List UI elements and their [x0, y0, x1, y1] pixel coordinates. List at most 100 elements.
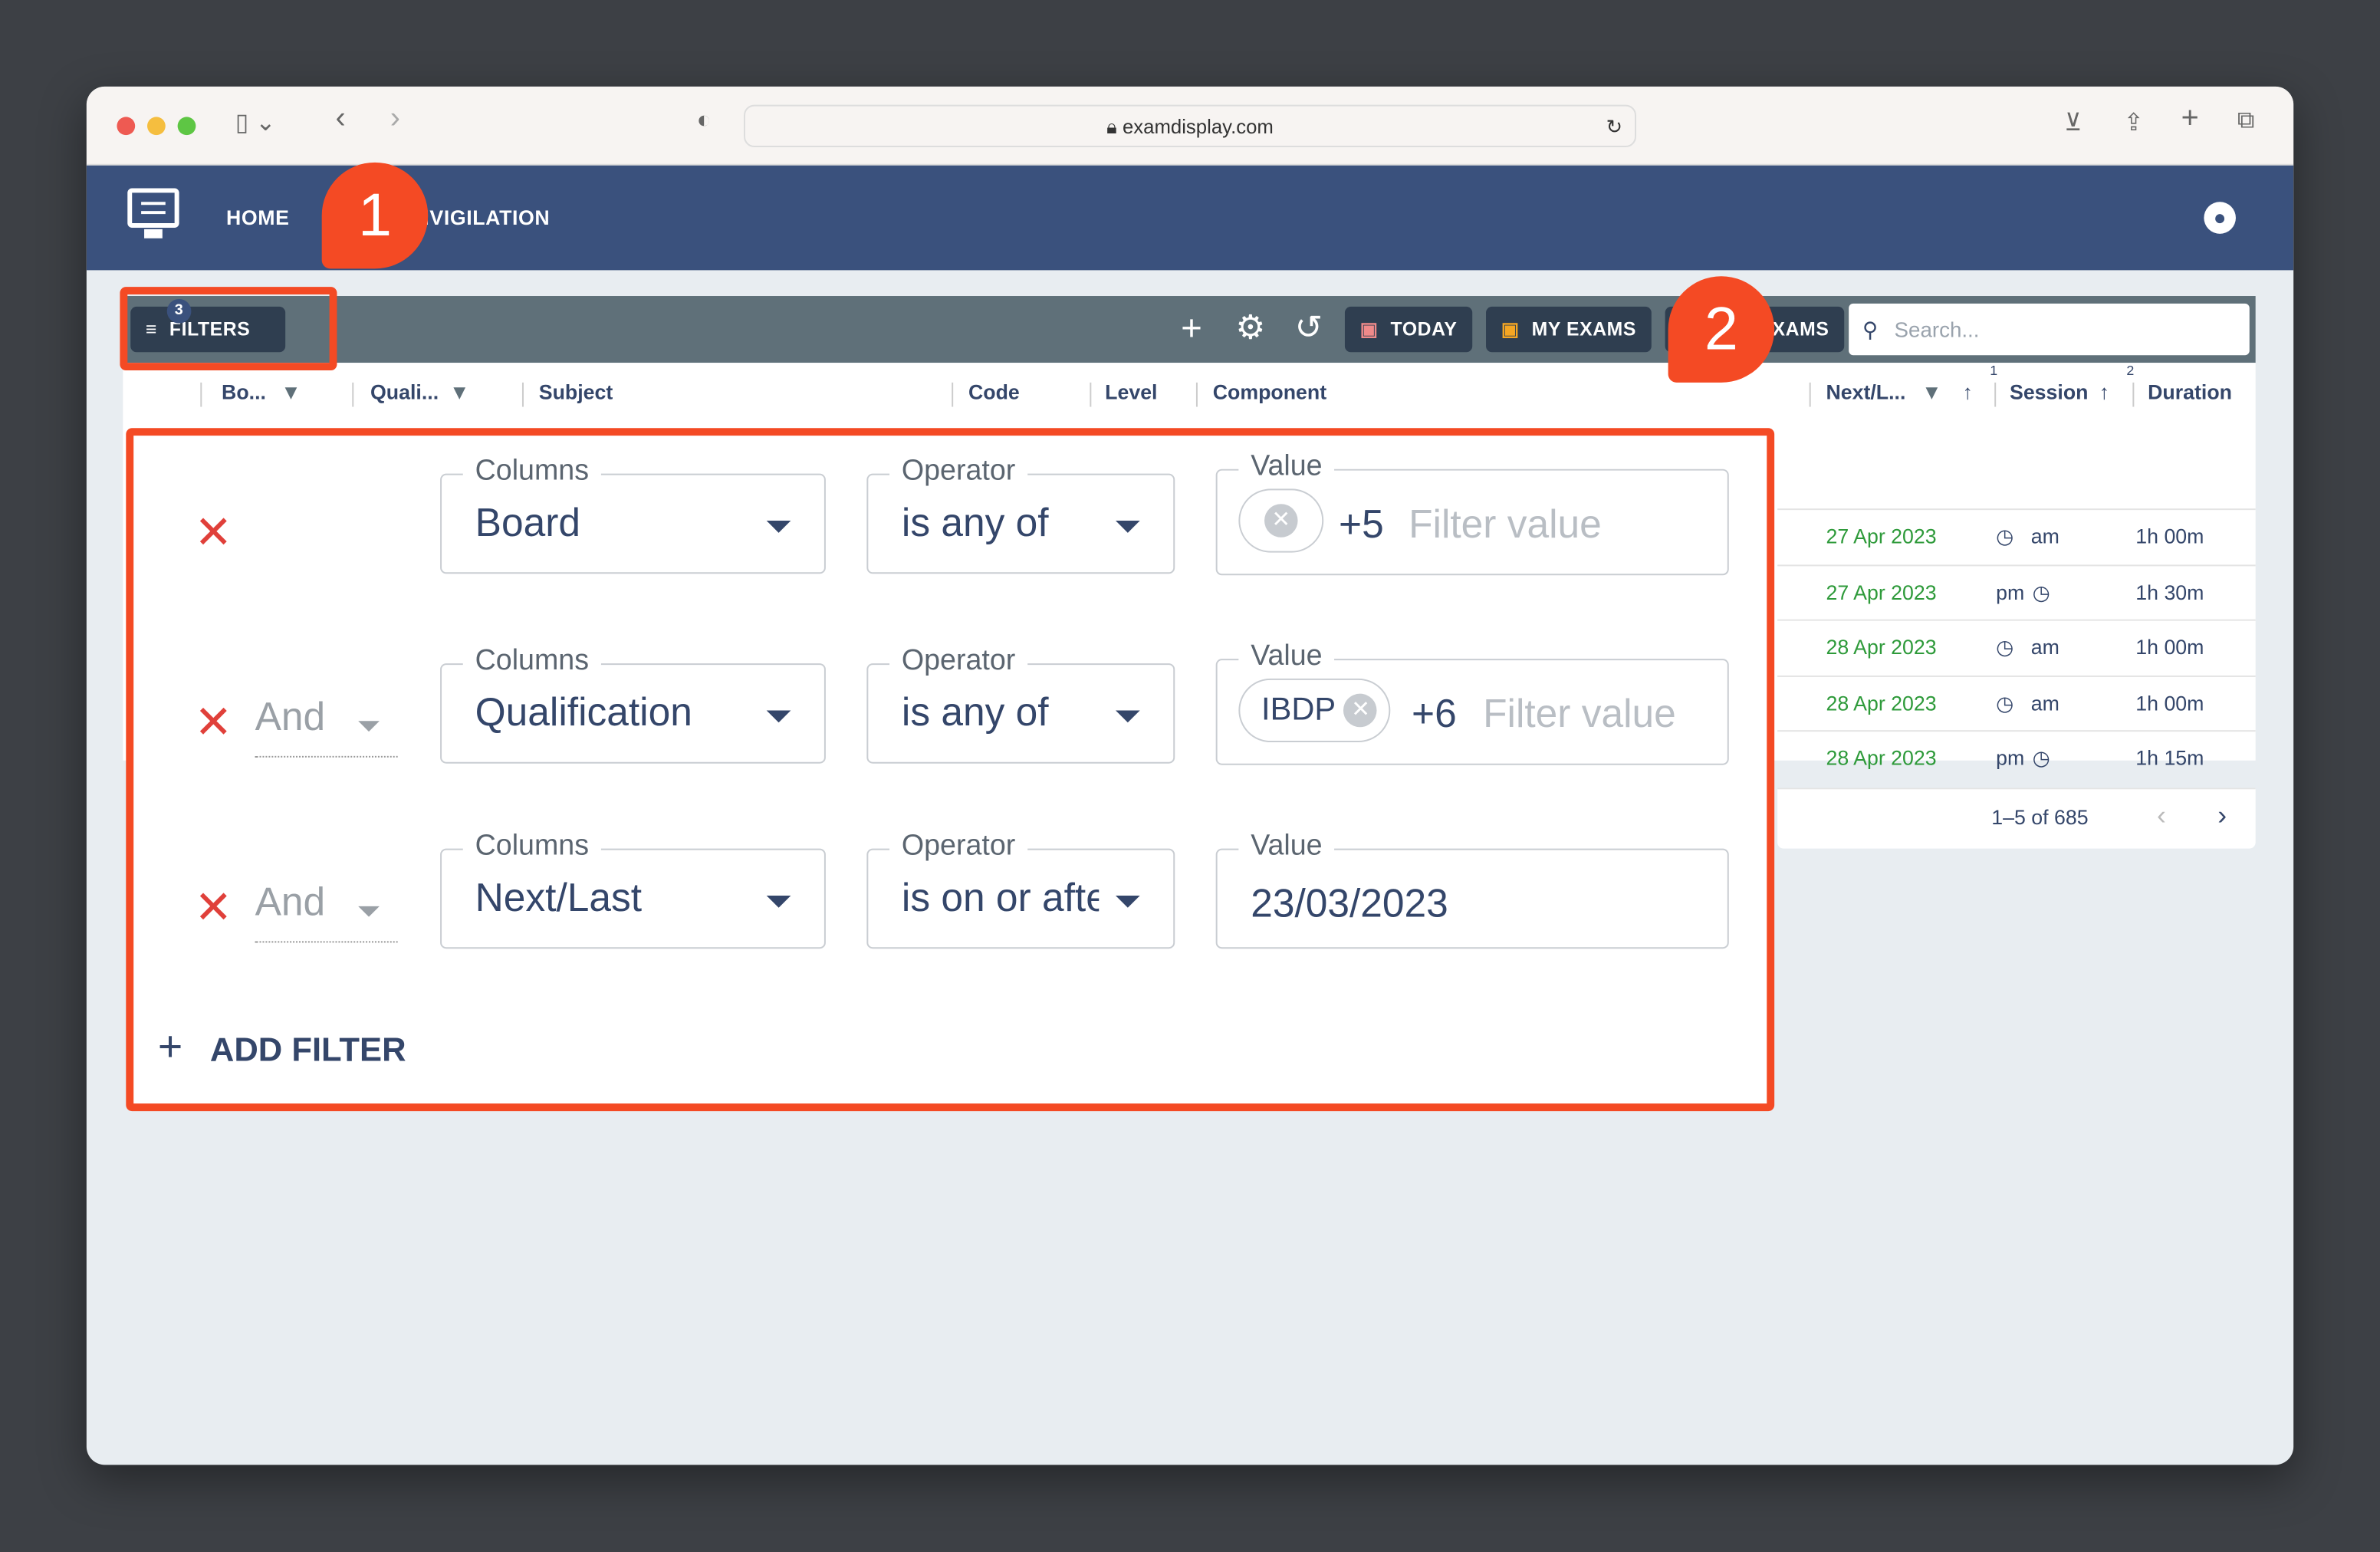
- more-values-count: +6: [1412, 690, 1457, 737]
- more-values-count: +5: [1339, 501, 1384, 547]
- field-label: Operator: [889, 645, 1028, 679]
- field-label: Value: [1238, 450, 1335, 485]
- col-qualification[interactable]: Quali...: [370, 381, 439, 404]
- column-select[interactable]: Columns Board: [440, 455, 826, 574]
- col-board[interactable]: Bo...: [222, 381, 266, 404]
- logic-operator-select[interactable]: And: [255, 879, 398, 943]
- value-input[interactable]: Value ✕ +5 Filter value: [1215, 450, 1729, 576]
- clock-icon: ◷: [1996, 636, 2014, 659]
- search-icon: ⚲: [1862, 317, 1879, 342]
- dropdown-icon: [766, 710, 791, 723]
- settings-icon[interactable]: ⚙: [1235, 308, 1265, 347]
- col-sep: [200, 382, 202, 407]
- clock-icon: ◷: [2032, 746, 2051, 770]
- chip-remove-icon[interactable]: ✕: [1343, 694, 1378, 728]
- filter-icon[interactable]: ▼: [449, 381, 469, 404]
- reset-icon[interactable]: ↺: [1295, 308, 1323, 347]
- value-chip[interactable]: IBDP ✕: [1238, 678, 1392, 743]
- remove-filter-icon[interactable]: ✕: [194, 882, 232, 935]
- dropdown-icon: [358, 906, 380, 917]
- callout-2: 2: [1668, 276, 1775, 383]
- highlight-box: [120, 287, 337, 371]
- pagination-text: 1–5 of 685: [1991, 806, 2089, 829]
- sort-order: 1: [1990, 363, 1998, 378]
- logic-operator-select[interactable]: And: [255, 694, 398, 758]
- filter-icon[interactable]: ▼: [1921, 381, 1941, 404]
- col-subject[interactable]: Subject: [539, 381, 613, 404]
- close-window-button[interactable]: [117, 117, 136, 136]
- filter-icon[interactable]: ▼: [281, 381, 301, 404]
- table-row[interactable]: 28 Apr 2023 pm ◷ 1h 15m: [1777, 730, 2256, 791]
- date-cell: 28 Apr 2023: [1826, 691, 1937, 715]
- sort-asc-icon[interactable]: ↑: [1963, 381, 1973, 404]
- table-row[interactable]: 28 Apr 2023 ◷ am 1h 00m: [1777, 619, 2256, 675]
- value-chip[interactable]: ✕: [1238, 488, 1324, 553]
- col-level[interactable]: Level: [1105, 381, 1157, 404]
- add-filter-button[interactable]: + ADD FILTER: [157, 1023, 406, 1070]
- plus-icon: +: [157, 1023, 183, 1070]
- minimize-window-button[interactable]: [147, 117, 166, 136]
- clock-icon: ◷: [2032, 580, 2051, 603]
- add-icon[interactable]: +: [1181, 308, 1202, 350]
- col-component[interactable]: Component: [1213, 381, 1326, 404]
- maximize-window-button[interactable]: [177, 117, 196, 136]
- date-value-input[interactable]: Value 23/03/2023: [1215, 830, 1729, 949]
- remove-filter-icon[interactable]: ✕: [194, 697, 232, 750]
- remove-filter-icon[interactable]: ✕: [194, 507, 232, 560]
- chip-remove-icon[interactable]: ✕: [1264, 505, 1298, 538]
- prev-page-icon[interactable]: ‹: [2157, 800, 2166, 832]
- table-row[interactable]: 27 Apr 2023 pm ◷ 1h 30m: [1777, 564, 2256, 619]
- sort-asc-icon[interactable]: ↑: [2099, 381, 2109, 404]
- sidebar-icon[interactable]: ▯ ⌄: [235, 108, 276, 139]
- session-cell: am: [2030, 524, 2059, 548]
- col-session[interactable]: Session: [2010, 381, 2089, 404]
- address-bar[interactable]: 🔒︎ examdisplay.com ↻: [744, 104, 1637, 148]
- duration-cell: 1h 00m: [2135, 691, 2204, 715]
- field-value: 23/03/2023: [1251, 880, 1448, 926]
- download-icon[interactable]: ⊻: [2064, 108, 2082, 139]
- tabs-overview-icon[interactable]: ⧉: [2237, 108, 2255, 136]
- operator-select[interactable]: Operator is on or after: [866, 830, 1175, 949]
- col-next-last[interactable]: Next/L...: [1826, 381, 1905, 404]
- col-sep: [1090, 382, 1092, 407]
- value-input[interactable]: Value IBDP ✕ +6 Filter value: [1215, 640, 1729, 765]
- column-select[interactable]: Columns Qualification: [440, 645, 826, 764]
- account-icon[interactable]: ●: [2204, 202, 2236, 234]
- my-exams-button[interactable]: ▣ MY EXAMS: [1486, 306, 1652, 353]
- sort-order: 2: [2126, 363, 2135, 378]
- session-cell: pm: [1996, 580, 2025, 603]
- pagination: 1–5 of 685 ‹ ›: [1777, 788, 2256, 849]
- reload-icon[interactable]: ↻: [1606, 107, 1623, 147]
- today-button[interactable]: ▣ TODAY: [1344, 306, 1473, 353]
- date-cell: 27 Apr 2023: [1826, 580, 1937, 603]
- search-input[interactable]: ⚲ Search...: [1849, 303, 2250, 356]
- forward-icon[interactable]: ›: [390, 102, 400, 137]
- dropdown-icon: [1116, 521, 1140, 533]
- duration-cell: 1h 15m: [2135, 746, 2204, 770]
- next-page-icon[interactable]: ›: [2217, 800, 2227, 832]
- lock-icon: 🔒︎: [1106, 115, 1123, 139]
- table-row[interactable]: 27 Apr 2023 ◷ am 1h 00m: [1777, 508, 2256, 564]
- field-label: Columns: [462, 830, 601, 864]
- nav-home[interactable]: HOME: [226, 206, 290, 229]
- operator-select[interactable]: Operator is any of: [866, 455, 1175, 574]
- grid-toolbar: ≡ FILTERS 3 + ⚙ ↺ ▣ TODAY ▣ MY EXAMS EXAMS …: [123, 296, 2256, 363]
- table-row[interactable]: 28 Apr 2023 ◷ am 1h 00m: [1777, 674, 2256, 730]
- clock-icon: ◷: [1996, 691, 2014, 715]
- new-tab-icon[interactable]: +: [2181, 102, 2199, 137]
- share-icon[interactable]: ⇪: [2123, 108, 2144, 139]
- col-duration[interactable]: Duration: [2148, 381, 2232, 404]
- nav-invigilation[interactable]: INVIGILATION: [409, 206, 551, 229]
- col-code[interactable]: Code: [968, 381, 1020, 404]
- filter-panel: ✕ Columns Board Operator is any of Value ✕…: [126, 428, 1775, 1112]
- operator-select[interactable]: Operator is any of: [866, 645, 1175, 764]
- field-label: Operator: [889, 455, 1028, 489]
- col-sep: [952, 382, 954, 407]
- field-value: is on or after: [901, 874, 1099, 920]
- column-select[interactable]: Columns Next/Last: [440, 830, 826, 949]
- field-value: Next/Last: [475, 874, 643, 920]
- logo-stand: [144, 229, 163, 238]
- app-logo-icon[interactable]: [127, 188, 179, 228]
- back-icon[interactable]: ‹: [335, 102, 345, 137]
- browser-window: ▯ ⌄ ‹ › ◐ 🔒︎ examdisplay.com ↻ ⊻ ⇪ + ⧉ HO…: [86, 86, 2294, 1465]
